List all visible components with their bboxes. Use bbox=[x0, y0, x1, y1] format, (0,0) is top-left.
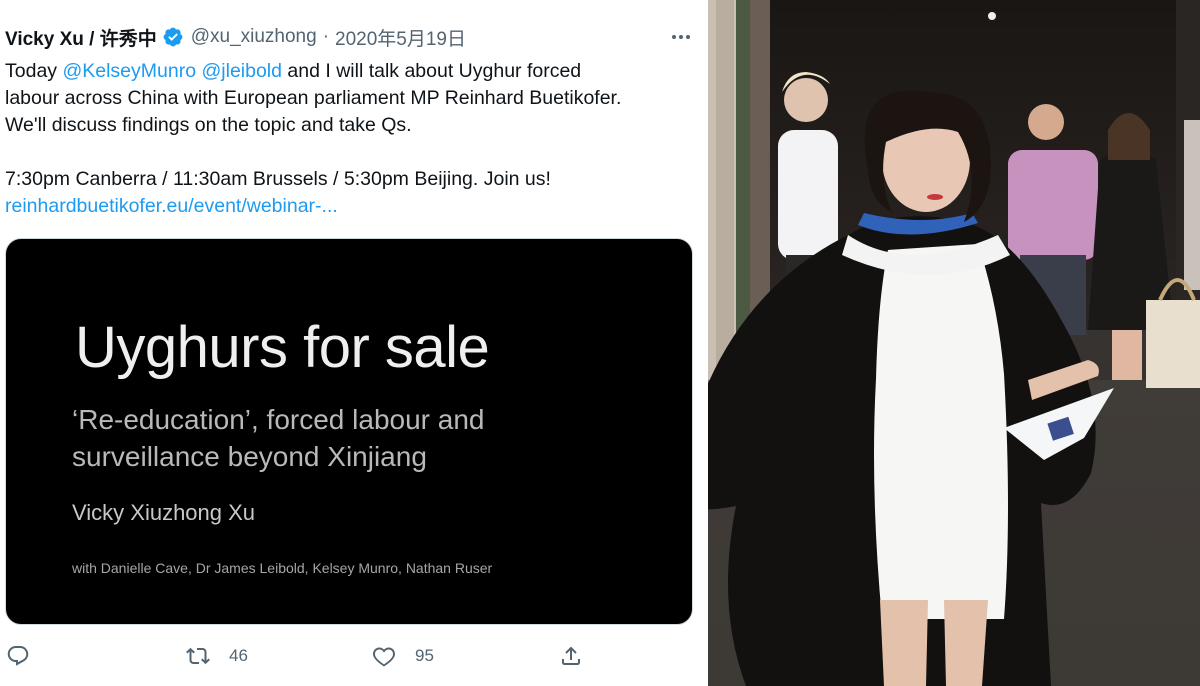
graduation-photo bbox=[708, 0, 1200, 686]
line-break bbox=[5, 139, 695, 166]
author-name[interactable]: Vicky Xu / 许秀中 bbox=[5, 24, 157, 51]
card-author: Vicky Xiuzhong Xu bbox=[72, 500, 256, 525]
mention-kelseymunro[interactable]: @KelseyMunro bbox=[62, 60, 196, 82]
reply-icon bbox=[7, 646, 29, 666]
like-button[interactable]: 95 bbox=[372, 638, 434, 674]
tweet-text: Today @KelseyMunro @jleibold and I will … bbox=[5, 58, 695, 220]
tweet-line-4: 7:30pm Canberra / 11:30am Brussels / 5:3… bbox=[5, 168, 551, 190]
tweet-date[interactable]: 2020年5月19日 bbox=[335, 24, 466, 51]
photo-illustration bbox=[708, 0, 1200, 686]
card-subtitle-line-1: ‘Re-education’, forced labour and bbox=[72, 404, 485, 435]
card-subtitle: ‘Re-education’, forced labour and survei… bbox=[72, 401, 484, 475]
author-handle[interactable]: @xu_xiuzhong bbox=[191, 26, 317, 48]
share-icon bbox=[562, 646, 580, 665]
text-segment: and I will talk about Uyghur forced bbox=[282, 60, 582, 82]
like-count: 95 bbox=[415, 646, 434, 665]
tweet-line-2: labour across China with European parlia… bbox=[5, 87, 622, 109]
reply-button[interactable] bbox=[6, 638, 30, 674]
heart-icon bbox=[373, 647, 395, 667]
card-title: Uyghurs for sale bbox=[75, 315, 490, 380]
card-coauthors: with Danielle Cave, Dr James Leibold, Ke… bbox=[72, 560, 493, 576]
retweet-icon bbox=[186, 647, 210, 665]
card-subtitle-line-2: surveillance beyond Xinjiang bbox=[72, 441, 427, 472]
tweet-line-3: We'll discuss findings on the topic and … bbox=[5, 114, 412, 136]
share-button[interactable] bbox=[559, 638, 583, 674]
retweet-count: 46 bbox=[229, 646, 248, 665]
media-card[interactable]: Uyghurs for sale ‘Re-education’, forced … bbox=[5, 238, 693, 625]
separator-dot: · bbox=[322, 26, 330, 47]
tweet-actions: 46 95 bbox=[0, 638, 708, 674]
mention-jleibold[interactable]: @jleibold bbox=[201, 60, 282, 82]
event-link[interactable]: reinhardbuetikofer.eu/event/webinar-... bbox=[5, 195, 338, 217]
tweet-line-1: Today @KelseyMunro @jleibold and I will … bbox=[5, 58, 695, 85]
text-segment: Today bbox=[5, 60, 63, 82]
verified-badge-icon bbox=[163, 27, 183, 47]
tweet: Vicky Xu / 许秀中 @xu_xiuzhong · 2020年5月19日… bbox=[0, 0, 708, 686]
more-options-icon[interactable] bbox=[667, 24, 695, 50]
retweet-button[interactable]: 46 bbox=[186, 638, 248, 674]
tweet-header: Vicky Xu / 许秀中 @xu_xiuzhong · 2020年5月19日 bbox=[5, 24, 695, 50]
